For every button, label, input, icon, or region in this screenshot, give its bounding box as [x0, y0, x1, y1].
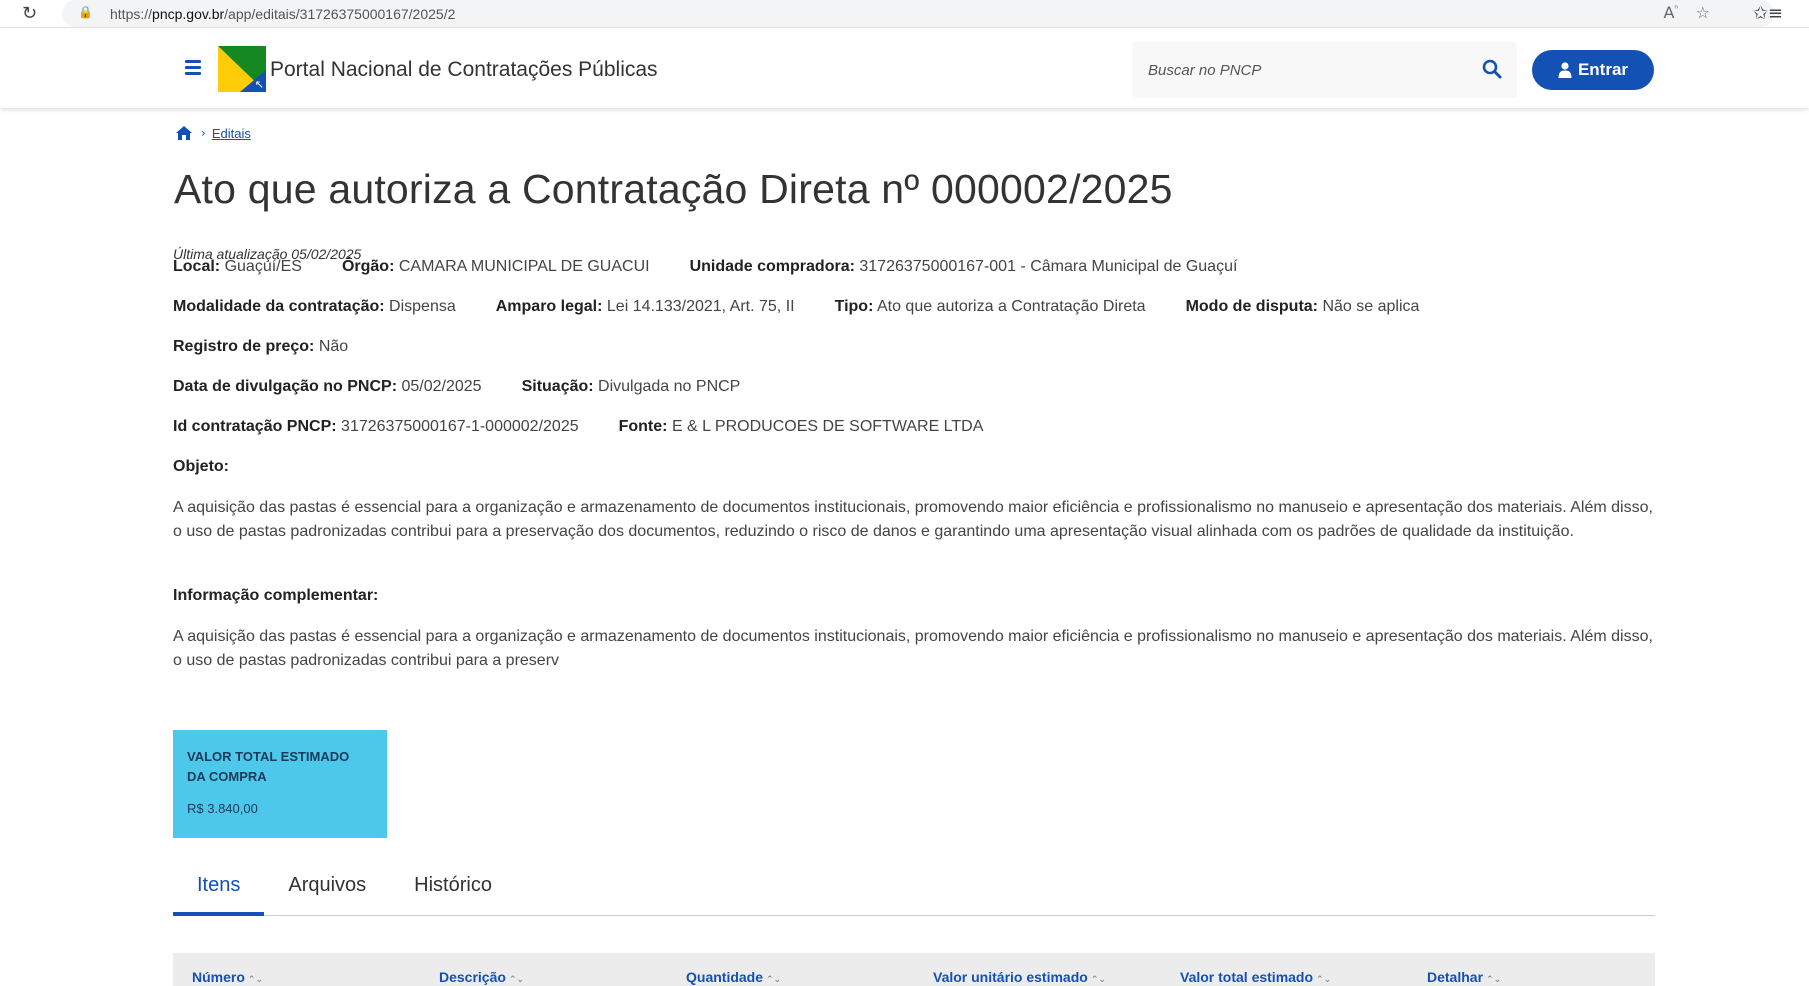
breadcrumb: › Editais [175, 125, 251, 141]
field-local: Local: Guaçuí/ES [173, 258, 302, 275]
valor-title: VALOR TOTAL ESTIMADO DA COMPRA [187, 749, 350, 784]
pncp-logo[interactable]: ↖ [218, 46, 266, 92]
info-row-2: Modalidade da contratação: Dispensa Ampa… [173, 298, 1459, 316]
col-numero[interactable]: Número ⌃⌄ [192, 969, 263, 985]
field-fonte: Fonte: E & L PRODUCOES DE SOFTWARE LTDA [618, 418, 984, 435]
chevron-right-icon: › [201, 126, 206, 140]
objeto-text: A aquisição das pastas é essencial para … [173, 499, 1653, 540]
site-title[interactable]: Portal Nacional de Contratações Públicas [270, 58, 658, 82]
field-registro: Registro de preço: Não [173, 338, 349, 355]
breadcrumb-editais[interactable]: Editais [212, 126, 251, 141]
items-table-header: Número ⌃⌄ Descrição ⌃⌄ Quantidade ⌃⌄ Valor … [173, 953, 1655, 986]
star-icon[interactable]: ☆ [1696, 3, 1710, 22]
info-row-4: Data de divulgação no PNCP: 05/02/2025 S… [173, 378, 780, 396]
col-quantidade[interactable]: Quantidade ⌃⌄ [686, 969, 781, 985]
tab-historico[interactable]: Histórico [390, 870, 516, 916]
home-icon[interactable] [175, 125, 193, 141]
valor-total-card: VALOR TOTAL ESTIMADO DA COMPRA R$ 3.840,… [173, 730, 387, 838]
col-descricao[interactable]: Descrição ⌃⌄ [439, 969, 524, 985]
field-unidade: Unidade compradora: 31726375000167-001 -… [689, 258, 1238, 275]
search-icon[interactable] [1481, 58, 1503, 80]
complementar-label: Informação complementar: [173, 587, 379, 604]
search-box [1132, 42, 1517, 98]
login-button[interactable]: Entrar [1532, 50, 1654, 90]
tab-itens[interactable]: Itens [173, 870, 265, 916]
read-aloud-icon[interactable]: Aⁿ [1663, 3, 1678, 22]
field-modalidade: Modalidade da contratação: Dispensa [173, 298, 456, 315]
lock-icon[interactable]: 🔒 [78, 5, 93, 19]
field-amparo: Amparo legal: Lei 14.133/2021, Art. 75, … [495, 298, 795, 315]
sort-icon[interactable]: ⌃⌄ [766, 975, 781, 985]
info-row-5: Id contratação PNCP: 31726375000167-1-00… [173, 418, 1023, 436]
search-input[interactable] [1148, 56, 1468, 84]
col-detalhar[interactable]: Detalhar ⌃⌄ [1427, 969, 1501, 985]
field-data: Data de divulgação no PNCP: 05/02/2025 [173, 378, 482, 395]
login-label: Entrar [1577, 60, 1629, 79]
field-id: Id contratação PNCP: 31726375000167-1-00… [173, 418, 579, 435]
valor-amount: R$ 3.840,00 [187, 801, 258, 816]
objeto-label: Objeto: [173, 458, 229, 475]
tab-arquivos[interactable]: Arquivos [264, 870, 390, 916]
field-situacao: Situação: Divulgada no PNCP [521, 378, 741, 395]
info-row-1: Local: Guaçuí/ES Órgão: CAMARA MUNICIPAL… [173, 258, 1277, 276]
sort-icon[interactable]: ⌃⌄ [509, 975, 524, 985]
favorites-icon[interactable]: ✩≡ [1753, 3, 1783, 24]
tab-bar: Itens Arquivos Histórico [173, 870, 1655, 916]
browser-toolbar: ↻ 🔒 https://pncp.gov.br/app/editais/3172… [0, 0, 1809, 28]
sort-icon[interactable]: ⌃⌄ [1486, 975, 1501, 985]
reload-icon[interactable]: ↻ [22, 3, 37, 24]
url-text[interactable]: https://pncp.gov.br/app/editais/31726375… [110, 6, 455, 22]
sort-icon[interactable]: ⌃⌄ [1316, 975, 1331, 985]
info-row-3: Registro de preço: Não [173, 338, 388, 356]
address-bar[interactable]: 🔒 https://pncp.gov.br/app/editais/317263… [62, 0, 1774, 27]
sort-icon[interactable]: ⌃⌄ [1091, 975, 1106, 985]
field-orgao: Órgão: CAMARA MUNICIPAL DE GUACUI [341, 258, 650, 275]
field-tipo: Tipo: Ato que autoriza a Contratação Dir… [834, 298, 1146, 315]
menu-icon[interactable] [185, 60, 201, 75]
page-title: Ato que autoriza a Contratação Direta nº… [174, 166, 1173, 212]
sort-icon[interactable]: ⌃⌄ [248, 975, 263, 985]
user-icon [1558, 62, 1572, 78]
site-header: ↖ Portal Nacional de Contratações Públic… [0, 28, 1809, 108]
col-valor-unitario[interactable]: Valor unitário estimado ⌃⌄ [933, 969, 1106, 985]
complementar-text: A aquisição das pastas é essencial para … [173, 628, 1653, 669]
field-modo: Modo de disputa: Não se aplica [1185, 298, 1420, 315]
col-valor-total[interactable]: Valor total estimado ⌃⌄ [1180, 969, 1331, 985]
